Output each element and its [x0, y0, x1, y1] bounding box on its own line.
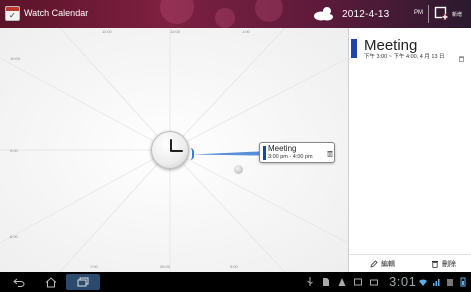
- warning-icon[interactable]: [338, 277, 346, 287]
- delete-icon[interactable]: [327, 150, 333, 157]
- event-color-bar: [351, 39, 357, 58]
- battery-icon[interactable]: [458, 277, 468, 287]
- delete-label: 刪除: [442, 261, 456, 268]
- event-color-bar: [263, 146, 266, 160]
- recent-apps-icon: [77, 277, 89, 287]
- notification-icon[interactable]: [446, 277, 454, 287]
- hour-label: 8:00: [10, 234, 18, 239]
- back-button[interactable]: [6, 274, 32, 290]
- pencil-icon: [370, 260, 378, 268]
- detail-title: Meeting: [364, 37, 418, 54]
- event-time: 3:00 pm - 4:00 pm: [268, 154, 313, 160]
- current-date[interactable]: 2012-4-13: [342, 9, 389, 20]
- system-bar: 3:01: [0, 272, 471, 292]
- event-connector: [192, 151, 259, 156]
- home-button[interactable]: [38, 274, 64, 290]
- event-card[interactable]: Meeting 3:00 pm - 4:00 pm: [259, 142, 335, 163]
- recent-apps-button[interactable]: [66, 274, 100, 290]
- bokeh-decoration: [255, 0, 283, 22]
- delete-button[interactable]: 刪除: [431, 259, 456, 269]
- wifi-icon[interactable]: [418, 277, 428, 287]
- delete-icon[interactable]: [459, 56, 464, 62]
- hour-label: 1:00: [242, 29, 250, 34]
- sd-card-icon[interactable]: [322, 277, 330, 287]
- detail-actions: 編輯 刪除: [349, 254, 471, 272]
- edit-label: 編輯: [381, 261, 395, 268]
- signal-icon[interactable]: [432, 277, 440, 287]
- calendar-icon[interactable]: ✓: [5, 6, 20, 21]
- home-icon: [45, 276, 57, 287]
- screenshot-icon[interactable]: [354, 277, 362, 287]
- add-event-icon[interactable]: [434, 6, 449, 21]
- event-detail-panel: Meeting 下午 3:00 ~ 下午 4:00, 4 月 13 日 編輯 刪…: [348, 28, 471, 272]
- edit-button[interactable]: 編輯: [370, 259, 395, 269]
- app-title: Watch Calendar: [24, 8, 89, 18]
- title-bar: ✓ Watch Calendar 2012-4-13 PM 新增: [0, 0, 471, 28]
- hour-label: 7:00: [90, 264, 98, 269]
- watch-face[interactable]: 11:00 12:00 1:00 10:00 9:00 8:00 7:00 06…: [0, 28, 348, 272]
- add-event-label[interactable]: 新增: [452, 11, 462, 18]
- cloud-sun-icon[interactable]: [312, 5, 336, 21]
- hour-label: 12:00: [170, 29, 181, 34]
- keyboard-icon[interactable]: [370, 277, 378, 287]
- hour-label: 06:00: [160, 264, 171, 269]
- back-icon: [13, 278, 25, 287]
- event-title: Meeting: [268, 144, 297, 153]
- detail-time: 下午 3:00 ~ 下午 4:00, 4 月 13 日: [364, 54, 445, 60]
- ampm-indicator: PM: [414, 10, 423, 16]
- divider: [428, 5, 429, 23]
- watch-knob[interactable]: [234, 165, 243, 174]
- bokeh-decoration: [160, 0, 194, 24]
- hour-label: 9:00: [10, 148, 18, 153]
- hour-label: 5:00: [230, 264, 238, 269]
- usb-icon[interactable]: [306, 277, 314, 287]
- hour-label: 10:00: [10, 56, 21, 61]
- minute-hand: [171, 150, 183, 152]
- hour-label: 11:00: [102, 29, 112, 34]
- clock-face[interactable]: [151, 131, 189, 169]
- trash-icon: [432, 261, 438, 268]
- status-clock: 3:01: [389, 274, 417, 289]
- bokeh-decoration: [215, 8, 235, 28]
